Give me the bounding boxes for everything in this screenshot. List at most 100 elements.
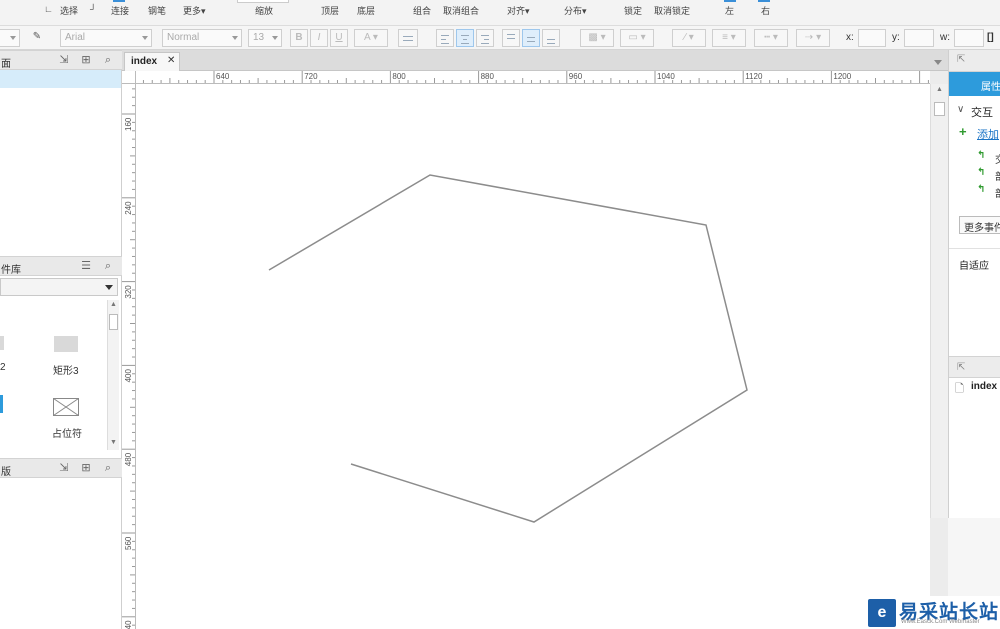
y-input[interactable] xyxy=(904,29,934,47)
lock-ratio-icon[interactable]: [] xyxy=(987,32,994,43)
font-family-select[interactable]: Arial xyxy=(60,29,152,47)
ruler-h-label: 640 xyxy=(216,72,230,81)
ruler-v-label: 240 xyxy=(124,201,133,215)
watermark-sub: Www.Easck.Com Webmaster xyxy=(901,619,980,625)
library-select[interactable] xyxy=(0,278,118,296)
y-label: y: xyxy=(892,32,900,43)
rectangle3-thumb[interactable] xyxy=(54,336,78,352)
canvas-scroll-up-icon[interactable]: ▲ xyxy=(936,86,943,93)
x-input[interactable] xyxy=(858,29,886,47)
scroll-down-icon[interactable]: ▼ xyxy=(110,439,117,446)
search-icon[interactable]: ⌕ xyxy=(102,54,114,66)
group-button[interactable]: 组合 xyxy=(413,4,431,17)
w-input[interactable] xyxy=(954,29,984,47)
case-icon: ↰ xyxy=(977,184,986,195)
bring-to-top-button[interactable]: 顶层 xyxy=(321,4,339,17)
canvas-scroll-thumb[interactable] xyxy=(934,102,945,116)
pen-tool-button[interactable]: 钢笔 xyxy=(148,4,166,17)
font-weight-select[interactable]: Normal xyxy=(162,29,242,47)
right-button[interactable]: 右 xyxy=(761,4,770,17)
format-painter-icon[interactable]: ✎ xyxy=(28,29,46,47)
ruler-h-label: 1200 xyxy=(833,72,851,81)
align-left-button[interactable] xyxy=(436,29,454,47)
library-scroll-thumb[interactable] xyxy=(109,314,118,330)
add-case-link[interactable]: 添加 xyxy=(977,126,999,142)
underline-button[interactable]: U xyxy=(330,29,348,47)
line-color-button[interactable]: ∕ ▾ xyxy=(672,29,706,47)
tab-properties[interactable]: 属性 xyxy=(949,72,1000,96)
rectangle3-label: 矩形3 xyxy=(53,366,79,377)
add-page-icon[interactable]: ⇲ xyxy=(58,54,70,66)
library-menu-icon[interactable]: ☰ xyxy=(80,260,92,272)
fill-color-button[interactable]: ▩ ▾ xyxy=(580,29,614,47)
rectangle2-thumb[interactable] xyxy=(0,336,4,350)
style-dropdown[interactable] xyxy=(0,29,20,47)
collapse-icon[interactable]: ⇱ xyxy=(957,54,965,65)
more-events-button[interactable]: 更多事件 xyxy=(959,216,1000,234)
ungroup-button[interactable]: 取消组合 xyxy=(443,4,479,17)
collapse-icon[interactable]: ⇱ xyxy=(957,362,965,373)
add-master-icon[interactable]: ⇲ xyxy=(58,462,70,474)
rectangle2-label: 2 xyxy=(0,362,6,373)
vertical-ruler: 160 240 320 400 480 560 640 xyxy=(122,84,136,629)
line-width-button[interactable]: ≡ ▾ xyxy=(712,29,746,47)
align-button[interactable]: 对齐▾ xyxy=(507,4,530,17)
outline-page-item[interactable]: index xyxy=(971,381,997,392)
chevron-down-icon[interactable]: ∨ xyxy=(957,104,964,115)
library-scrollbar[interactable]: ▲ ▼ xyxy=(107,300,119,450)
bullet-list-button[interactable] xyxy=(398,29,418,47)
canvas-scrollbar[interactable]: ▲ xyxy=(930,84,948,518)
zoom-field[interactable] xyxy=(237,0,289,3)
add-folder-icon[interactable]: ⊞ xyxy=(80,54,92,66)
properties-tab-label: 属性 xyxy=(981,82,1000,93)
add-master-folder-icon[interactable]: ⊞ xyxy=(80,462,92,474)
ruler-h-label: 720 xyxy=(304,72,318,81)
send-to-bottom-button[interactable]: 底层 xyxy=(357,4,375,17)
zoom-label: 缩放 xyxy=(255,6,274,16)
connect-tool-button[interactable]: 连接 xyxy=(111,4,129,17)
add-icon[interactable]: + xyxy=(959,124,967,139)
bold-button[interactable]: B xyxy=(290,29,308,47)
tab-menu-chevron-down-icon[interactable] xyxy=(934,60,942,65)
unlock-button[interactable]: 取消锁定 xyxy=(654,4,690,17)
scroll-up-icon[interactable]: ▲ xyxy=(110,301,117,308)
more-tools-button[interactable]: 更多▾ xyxy=(183,4,206,17)
italic-button[interactable]: I xyxy=(310,29,328,47)
align-center-button[interactable] xyxy=(456,29,474,47)
divider xyxy=(949,248,1000,249)
valign-middle-button[interactable] xyxy=(522,29,540,47)
select-tool-bracket-right: ┘ xyxy=(90,4,97,14)
ruler-v-label: 400 xyxy=(124,369,133,383)
right-panel: ⇱ 属性 ∨ 交互 + 添加 ↰ 交 ↰ 部 ↰ 部 更多事件 自适应 ⇱ 🗋 … xyxy=(948,50,1000,518)
library-search-icon[interactable]: ⌕ xyxy=(102,260,114,272)
valign-top-button[interactable] xyxy=(502,29,520,47)
case-item-3[interactable]: 部 xyxy=(995,185,1000,200)
close-icon[interactable]: ✕ xyxy=(167,55,175,66)
polyline-path xyxy=(268,174,748,523)
pages-panel-header: 面 ⇲ ⊞ ⌕ xyxy=(0,50,122,70)
ruler-h-label: 1040 xyxy=(657,72,675,81)
axure-window: ∟ 选择 ┘ 连接 钢笔 更多▾ 缩放 顶层 底层 组合 取消组合 对齐▾ 分布… xyxy=(0,0,1000,629)
font-color-button[interactable]: A ▾ xyxy=(354,29,388,47)
line-style-button[interactable]: ┅ ▾ xyxy=(754,29,788,47)
tab-index[interactable]: index ✕ xyxy=(124,52,180,71)
case-item-2[interactable]: 部 xyxy=(995,168,1000,183)
font-color-label: A xyxy=(364,32,371,43)
master-search-icon[interactable]: ⌕ xyxy=(102,462,114,474)
select-tool-bracket-left: ∟ xyxy=(44,4,53,14)
polyline-shape[interactable] xyxy=(136,84,930,629)
selected-page-row[interactable] xyxy=(0,70,121,88)
distribute-button[interactable]: 分布▾ xyxy=(564,4,587,17)
shadow-button[interactable]: ▭ ▾ xyxy=(620,29,654,47)
font-size-select[interactable]: 13 xyxy=(248,29,282,47)
case-item-1[interactable]: 交 xyxy=(995,151,1000,166)
valign-bottom-button[interactable] xyxy=(542,29,560,47)
design-canvas[interactable] xyxy=(136,84,930,629)
select-tool-button[interactable]: 选择 xyxy=(60,4,78,17)
arrow-style-button[interactable]: ⇢ ▾ xyxy=(796,29,830,47)
left-button[interactable]: 左 xyxy=(725,4,734,17)
placeholder-icon[interactable] xyxy=(53,398,79,416)
align-right-button[interactable] xyxy=(476,29,494,47)
lock-button[interactable]: 锁定 xyxy=(624,4,642,17)
image-widget-thumb[interactable] xyxy=(0,395,3,413)
